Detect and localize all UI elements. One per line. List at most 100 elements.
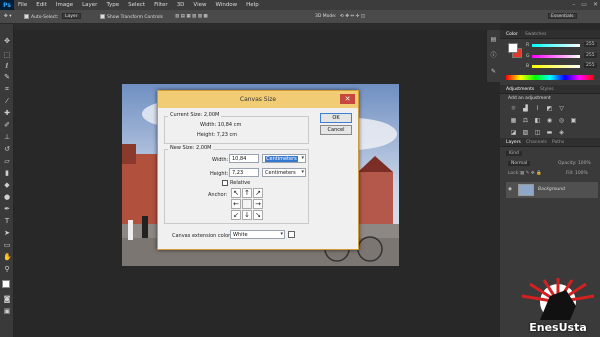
auto-select-option[interactable]: Auto-Select:	[24, 14, 59, 20]
history-brush-tool-icon[interactable]: ↺	[3, 146, 11, 153]
eyedropper-tool-icon[interactable]: ⁄	[3, 98, 11, 105]
brush-panel-icon[interactable]: ✎	[490, 68, 497, 75]
color-spectrum-bar[interactable]	[506, 75, 594, 80]
anchor-top[interactable]: ↑	[242, 188, 252, 198]
dialog-title-bar[interactable]: Canvas Size ✕	[158, 91, 358, 108]
blend-mode-select[interactable]: Normal	[508, 161, 531, 166]
blur-tool-icon[interactable]: ◆	[3, 182, 11, 189]
3d-mode-icons[interactable]: ⟲ ✥ ⇔ ✢ ◫	[340, 14, 365, 19]
workspace-select[interactable]: Essentials	[548, 13, 577, 20]
tab-channels[interactable]: Channels	[526, 140, 547, 145]
channel-mixer-icon[interactable]: ◎	[558, 117, 565, 124]
dialog-close-button[interactable]: ✕	[340, 94, 355, 104]
hue-saturation-icon[interactable]: ▦	[510, 117, 517, 124]
gradient-map-icon[interactable]: ▬	[546, 129, 553, 136]
gradient-tool-icon[interactable]: ▮	[3, 170, 11, 177]
menu-window[interactable]: Window	[215, 2, 237, 8]
tab-swatches[interactable]: Swatches	[525, 32, 547, 37]
lock-icons[interactable]: ▦ ✎ ✥ 🔒	[520, 171, 542, 176]
auto-select-checkbox[interactable]	[24, 14, 29, 19]
layer-name[interactable]: Background	[538, 187, 565, 192]
anchor-bottom[interactable]: ↓	[242, 210, 252, 220]
height-unit-select[interactable]: Centimeters ▾	[262, 168, 306, 177]
tab-paths[interactable]: Paths	[552, 140, 564, 145]
layer-row[interactable]: ◉ Background	[506, 182, 598, 198]
zoom-tool-icon[interactable]: ⚲	[3, 266, 11, 273]
tab-adjustments[interactable]: Adjustments	[506, 87, 534, 92]
lasso-tool-icon[interactable]: ℓ	[3, 63, 11, 70]
opacity-field[interactable]: Opacity: 100%	[558, 161, 591, 166]
anchor-center[interactable]	[242, 199, 252, 209]
show-transform-checkbox[interactable]	[100, 14, 105, 19]
levels-icon[interactable]: ▟	[522, 105, 529, 112]
width-unit-select[interactable]: Centimeters ▾	[262, 154, 306, 163]
dodge-tool-icon[interactable]: ●	[3, 194, 11, 201]
move-tool-icon[interactable]: ✥	[3, 38, 11, 45]
path-select-tool-icon[interactable]: ➤	[3, 230, 11, 237]
curves-icon[interactable]: ⌇	[534, 105, 541, 112]
extension-color-select[interactable]: White ▾	[230, 230, 285, 239]
vibrance-icon[interactable]: ▽	[558, 105, 565, 112]
anchor-right[interactable]: →	[253, 199, 263, 209]
maximize-button[interactable]: ▭	[581, 1, 587, 8]
photo-filter-icon[interactable]: ◉	[546, 117, 553, 124]
menu-layer[interactable]: Layer	[82, 2, 97, 8]
shape-tool-icon[interactable]: ▭	[3, 242, 11, 249]
selective-color-icon[interactable]: ◈	[558, 129, 565, 136]
menu-image[interactable]: Image	[56, 2, 73, 8]
posterize-icon[interactable]: ▨	[522, 129, 529, 136]
channel-b-value[interactable]: 255	[584, 63, 597, 68]
tab-styles[interactable]: Styles	[540, 87, 554, 92]
invert-icon[interactable]: ◪	[510, 129, 517, 136]
channel-b-slider[interactable]	[532, 65, 580, 68]
quick-mask-icon[interactable]: ◙	[3, 296, 11, 303]
channel-r-slider[interactable]	[532, 44, 580, 47]
brush-tool-icon[interactable]: ✐	[3, 122, 11, 129]
minimize-button[interactable]: –	[572, 1, 575, 8]
marquee-tool-icon[interactable]: ⬚	[3, 52, 11, 59]
fill-field[interactable]: Fill: 100%	[566, 171, 588, 176]
color-lookup-icon[interactable]: ▣	[570, 117, 577, 124]
anchor-bottom-left[interactable]: ↙	[231, 210, 241, 220]
type-tool-icon[interactable]: T	[3, 218, 11, 225]
show-transform-option[interactable]: Show Transform Controls	[100, 14, 163, 20]
eye-icon[interactable]: ◉	[508, 187, 512, 192]
channel-r-value[interactable]: 255	[584, 42, 597, 47]
channel-g-slider[interactable]	[532, 55, 580, 58]
width-input[interactable]: 10,84	[229, 154, 259, 163]
anchor-top-left[interactable]: ↖	[231, 188, 241, 198]
menu-help[interactable]: Help	[246, 2, 259, 8]
height-input[interactable]: 7,23	[229, 168, 259, 177]
screen-mode-icon[interactable]: ▣	[3, 308, 11, 315]
hand-tool-icon[interactable]: ✋	[3, 254, 12, 261]
properties-panel-icon[interactable]: ⓘ	[490, 52, 497, 59]
menu-edit[interactable]: Edit	[36, 2, 47, 8]
eraser-tool-icon[interactable]: ▱	[3, 158, 11, 165]
menu-3d[interactable]: 3D	[177, 2, 185, 8]
align-icons[interactable]: ▥ ▤ ▦ ▧ ▨ ▩	[175, 14, 208, 19]
menu-view[interactable]: View	[193, 2, 206, 8]
color-balance-icon[interactable]: ⚖	[522, 117, 529, 124]
anchor-top-right[interactable]: ↗	[253, 188, 263, 198]
quick-select-tool-icon[interactable]: ✎	[3, 74, 11, 81]
crop-tool-icon[interactable]: ⌗	[3, 86, 11, 93]
tab-color[interactable]: Color	[506, 32, 518, 37]
healing-tool-icon[interactable]: ✚	[3, 110, 11, 117]
menu-select[interactable]: Select	[128, 2, 145, 8]
menu-filter[interactable]: Filter	[154, 2, 168, 8]
tab-layers[interactable]: Layers	[506, 140, 521, 145]
extension-color-swatch[interactable]	[288, 231, 295, 238]
stamp-tool-icon[interactable]: ⊥	[3, 134, 11, 141]
pen-tool-icon[interactable]: ✒	[3, 206, 11, 213]
channel-g-value[interactable]: 255	[584, 53, 597, 58]
brightness-icon[interactable]: ☼	[510, 105, 517, 112]
menu-type[interactable]: Type	[106, 2, 119, 8]
foreground-color-swatch[interactable]	[2, 280, 10, 288]
close-window-button[interactable]: ✕	[593, 1, 598, 8]
relative-checkbox[interactable]	[222, 180, 228, 186]
black-white-icon[interactable]: ◧	[534, 117, 541, 124]
panel-fg-swatch[interactable]	[508, 43, 518, 53]
history-panel-icon[interactable]: ▤	[490, 36, 497, 43]
cancel-button[interactable]: Cancel	[320, 125, 352, 135]
menu-file[interactable]: File	[18, 2, 27, 8]
